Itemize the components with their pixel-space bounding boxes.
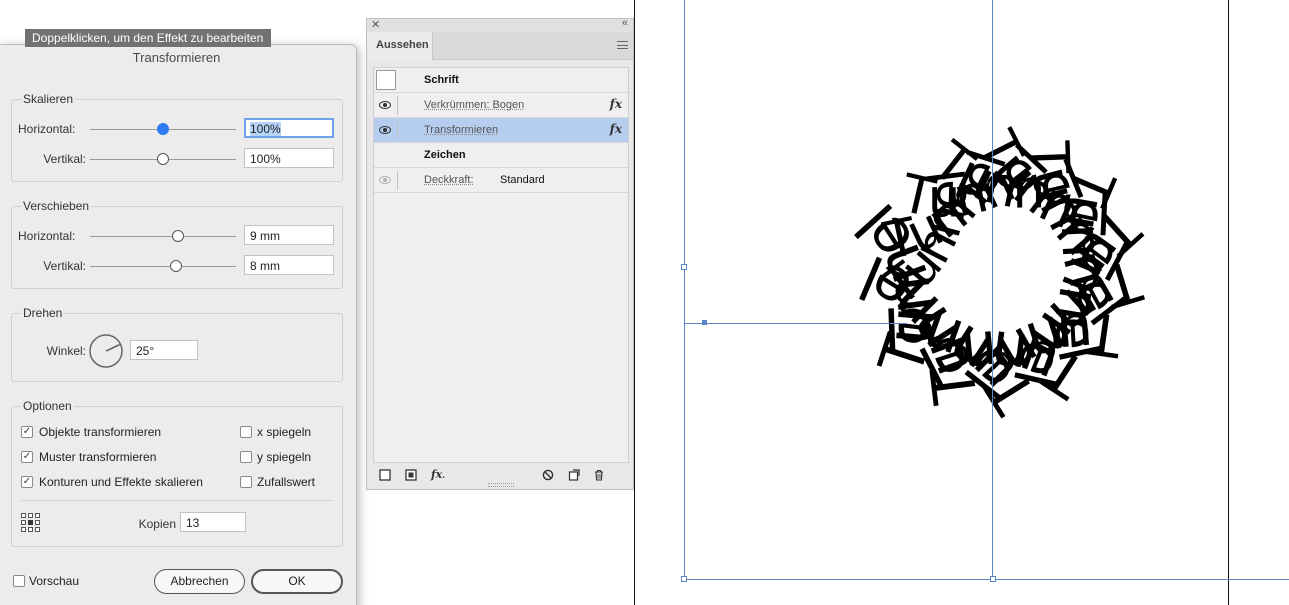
type-thumbnail [376,70,396,90]
options-divider [21,500,333,501]
scale-vertical-thumb[interactable] [157,153,169,165]
warp-effect-link[interactable]: Verkrümmen: Bogen [424,99,524,111]
appearance-panel: ✕ « Aussehen Schrift Verkrümmen: Bogen f… [366,17,634,490]
appearance-row-warp[interactable]: Verkrümmen: Bogen fx [374,93,628,118]
transform-objects-checkbox[interactable]: ✓ [21,426,33,438]
scale-horizontal-thumb[interactable] [157,123,169,135]
row-separator [397,171,398,190]
reflect-y-label: y spiegeln [257,450,312,464]
angle-dial-icon[interactable] [88,333,124,369]
row-separator [397,121,398,140]
appearance-list: Schrift Verkrümmen: Bogen fx Transformie… [373,67,629,463]
fx-icon[interactable]: fx [610,97,622,111]
scale-vertical-label: Vertikal: [43,152,86,166]
appearance-row-opacity[interactable]: Deckkraft: Standard [374,168,628,193]
angle-field[interactable]: 25° [130,340,198,360]
scale-strokes-label: Konturen und Effekte skalieren [39,475,203,489]
panel-footer: fx. [367,463,633,489]
scale-group: Skalieren Horizontal: 100% Vertikal: 100… [11,92,343,182]
appearance-row-characters[interactable]: Zeichen [374,143,628,168]
panel-title-bar: ✕ « [367,17,633,32]
transform-effect-link[interactable]: Transformieren [424,124,498,136]
tab-appearance[interactable]: Aussehen [367,32,433,60]
preview-checkbox[interactable] [13,575,25,587]
reference-point-icon[interactable] [21,513,41,533]
appearance-row-transform[interactable]: Transformieren fx [374,118,628,143]
visibility-eye-icon[interactable] [379,101,391,109]
visibility-eye-icon[interactable] [379,126,391,134]
add-stroke-icon[interactable] [379,469,391,481]
scale-vertical-slider[interactable] [90,153,236,165]
visibility-eye-icon[interactable] [379,176,391,184]
copies-label: Kopien [138,517,176,531]
trash-icon[interactable] [593,469,605,481]
reflect-x-label: x spiegeln [257,425,312,439]
scale-horizontal-slider[interactable] [90,123,236,135]
random-checkbox[interactable] [240,476,252,488]
scale-horizontal-field[interactable]: 100% [244,118,334,138]
selection-bounding-edge [993,579,1289,580]
panel-menu-icon[interactable] [617,41,628,49]
preview-label: Vorschau [29,574,80,588]
row-separator [397,96,398,115]
resize-grip[interactable] [488,483,514,487]
tooltip: Doppelklicken, um den Effekt zu bearbeit… [25,29,271,47]
bounding-handle-bottom[interactable] [990,576,996,582]
move-vertical-field[interactable]: 8 mm [244,255,334,275]
opacity-value: Standard [500,174,545,186]
move-group: Verschieben Horizontal: 9 mm Vertikal: 8… [11,199,343,289]
scale-vertical-field[interactable]: 100% [244,148,334,168]
transform-dialog: Transformieren Skalieren Horizontal: 100… [0,44,357,605]
opacity-link[interactable]: Deckkraft: [424,174,474,186]
move-vertical-thumb[interactable] [170,260,183,272]
add-effect-icon[interactable]: fx. [430,469,446,481]
scale-strokes-checkbox[interactable]: ✓ [21,476,33,488]
move-horizontal-thumb[interactable] [171,230,184,242]
transform-patterns-checkbox[interactable]: ✓ [21,451,33,463]
add-fill-icon[interactable] [405,469,417,481]
move-horizontal-field[interactable]: 9 mm [244,225,334,245]
random-label: Zufallswert [257,475,316,489]
panel-tab-bar: Aussehen [367,32,633,60]
ok-button[interactable]: OK [251,569,343,594]
duplicate-item-icon[interactable] [568,469,580,481]
move-vertical-slider[interactable] [90,260,236,272]
rotate-group-title: Drehen [21,306,65,320]
transform-patterns-label: Muster transformieren [39,450,157,464]
text-baseline [685,323,907,324]
move-vertical-label: Vertikal: [43,259,86,273]
characters-label: Zeichen [424,149,466,161]
options-group-title: Optionen [21,399,74,413]
selection-bounding-box [684,0,993,580]
fx-icon[interactable]: fx [610,122,622,136]
collapse-icon[interactable]: « [622,17,628,29]
appearance-row-type[interactable]: Schrift [374,68,628,93]
scale-group-title: Skalieren [21,92,76,106]
text-anchor-point[interactable] [702,320,707,325]
angle-label: Winkel: [46,344,86,358]
reflect-x-checkbox[interactable] [240,426,252,438]
move-group-title: Verschieben [21,199,92,213]
copies-field[interactable]: 13 [180,512,246,532]
close-icon[interactable]: ✕ [371,18,380,31]
cancel-button[interactable]: Abbrechen [154,569,245,594]
type-label: Schrift [424,74,459,86]
reflect-y-checkbox[interactable] [240,451,252,463]
rotate-group: Drehen Winkel: 25° [11,306,343,382]
bounding-handle-left[interactable] [681,264,687,270]
clear-appearance-icon[interactable] [542,469,554,481]
dialog-title: Transformieren [132,50,221,65]
scale-horizontal-value: 100% [250,122,281,136]
screen: Transformieren Skalieren Horizontal: 100… [0,0,1289,605]
bounding-handle-bottom-left[interactable] [681,576,687,582]
move-horizontal-slider[interactable] [90,230,236,242]
options-group: Optionen ✓ Objekte transformieren ✓ Must… [11,399,343,547]
transform-objects-label: Objekte transformieren [39,425,162,439]
